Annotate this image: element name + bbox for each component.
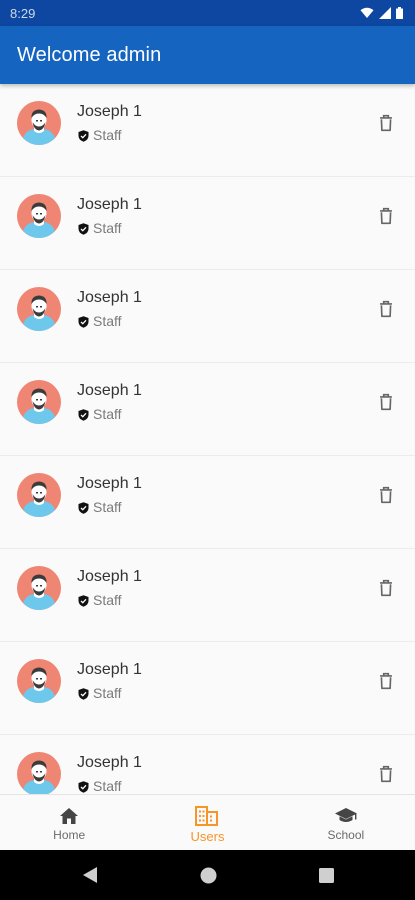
- app-bar: Welcome admin: [0, 26, 415, 84]
- user-list-item[interactable]: Joseph 1 Staff: [0, 735, 415, 794]
- verified-shield-icon: [78, 129, 89, 142]
- user-name: Joseph 1: [77, 196, 142, 213]
- home-icon: [60, 808, 79, 824]
- user-role-label: Staff: [93, 685, 122, 701]
- user-name: Joseph 1: [77, 289, 142, 306]
- user-name: Joseph 1: [77, 382, 142, 399]
- avatar: [17, 380, 61, 424]
- user-list-item[interactable]: Joseph 1 Staff: [0, 363, 415, 456]
- recents-icon[interactable]: [318, 867, 334, 883]
- user-role-label: Staff: [93, 592, 122, 608]
- school-icon: [334, 808, 357, 822]
- avatar: [17, 101, 61, 145]
- nav-item-users[interactable]: Users: [138, 795, 276, 850]
- verified-shield-icon: [78, 780, 89, 793]
- user-name: Joseph 1: [77, 568, 142, 585]
- wifi-icon: [360, 7, 374, 18]
- avatar: [17, 659, 61, 703]
- verified-shield-icon: [78, 594, 89, 607]
- user-name: Joseph 1: [77, 103, 142, 120]
- user-list-item[interactable]: Joseph 1 Staff: [0, 84, 415, 177]
- delete-icon[interactable]: [374, 762, 398, 786]
- user-role: Staff: [78, 127, 122, 143]
- verified-shield-icon: [78, 501, 89, 514]
- user-role-label: Staff: [93, 406, 122, 422]
- status-icons: [360, 7, 403, 19]
- battery-icon: [396, 7, 403, 19]
- user-role: Staff: [78, 313, 122, 329]
- user-name: Joseph 1: [77, 661, 142, 678]
- avatar: [17, 287, 61, 331]
- delete-icon[interactable]: [374, 669, 398, 693]
- verified-shield-icon: [78, 315, 89, 328]
- user-role: Staff: [78, 406, 122, 422]
- verified-shield-icon: [78, 222, 89, 235]
- back-icon[interactable]: [82, 866, 98, 884]
- nav-item-home[interactable]: Home: [0, 795, 138, 850]
- page-title: Welcome admin: [17, 43, 162, 66]
- user-role: Staff: [78, 685, 122, 701]
- delete-icon[interactable]: [374, 390, 398, 414]
- delete-icon[interactable]: [374, 111, 398, 135]
- system-navigation-bar: [0, 850, 415, 900]
- verified-shield-icon: [78, 408, 89, 421]
- user-role-label: Staff: [93, 778, 122, 794]
- nav-label-school: School: [327, 828, 365, 842]
- home-circle-icon[interactable]: [200, 867, 217, 884]
- user-role-label: Staff: [93, 220, 122, 236]
- user-list-item[interactable]: Joseph 1 Staff: [0, 642, 415, 735]
- user-role: Staff: [78, 592, 122, 608]
- avatar: [17, 566, 61, 610]
- bottom-navigation: Home Users School: [0, 794, 415, 850]
- delete-icon[interactable]: [374, 204, 398, 228]
- user-name: Joseph 1: [77, 475, 142, 492]
- avatar: [17, 194, 61, 238]
- user-role: Staff: [78, 778, 122, 794]
- user-role-label: Staff: [93, 127, 122, 143]
- status-time: 8:29: [10, 5, 36, 21]
- nav-item-school[interactable]: School: [277, 795, 415, 850]
- user-list-item[interactable]: Joseph 1 Staff: [0, 270, 415, 363]
- nav-label-users: Users: [190, 828, 225, 844]
- nav-label-home: Home: [53, 828, 86, 842]
- user-list-item[interactable]: Joseph 1 Staff: [0, 549, 415, 642]
- user-list[interactable]: Joseph 1 Staff Joseph 1 Staff Joseph 1 Staff J…: [0, 84, 415, 794]
- signal-icon: [379, 7, 391, 19]
- user-list-item[interactable]: Joseph 1 Staff: [0, 177, 415, 270]
- building-icon: [195, 805, 219, 826]
- avatar: [17, 473, 61, 517]
- user-role-label: Staff: [93, 499, 122, 515]
- user-role: Staff: [78, 220, 122, 236]
- delete-icon[interactable]: [374, 576, 398, 600]
- user-role: Staff: [78, 499, 122, 515]
- user-role-label: Staff: [93, 313, 122, 329]
- user-list-item[interactable]: Joseph 1 Staff: [0, 456, 415, 549]
- user-name: Joseph 1: [77, 754, 142, 771]
- delete-icon[interactable]: [374, 483, 398, 507]
- status-bar: 8:29: [0, 0, 415, 26]
- avatar: [17, 752, 61, 794]
- verified-shield-icon: [78, 687, 89, 700]
- delete-icon[interactable]: [374, 297, 398, 321]
